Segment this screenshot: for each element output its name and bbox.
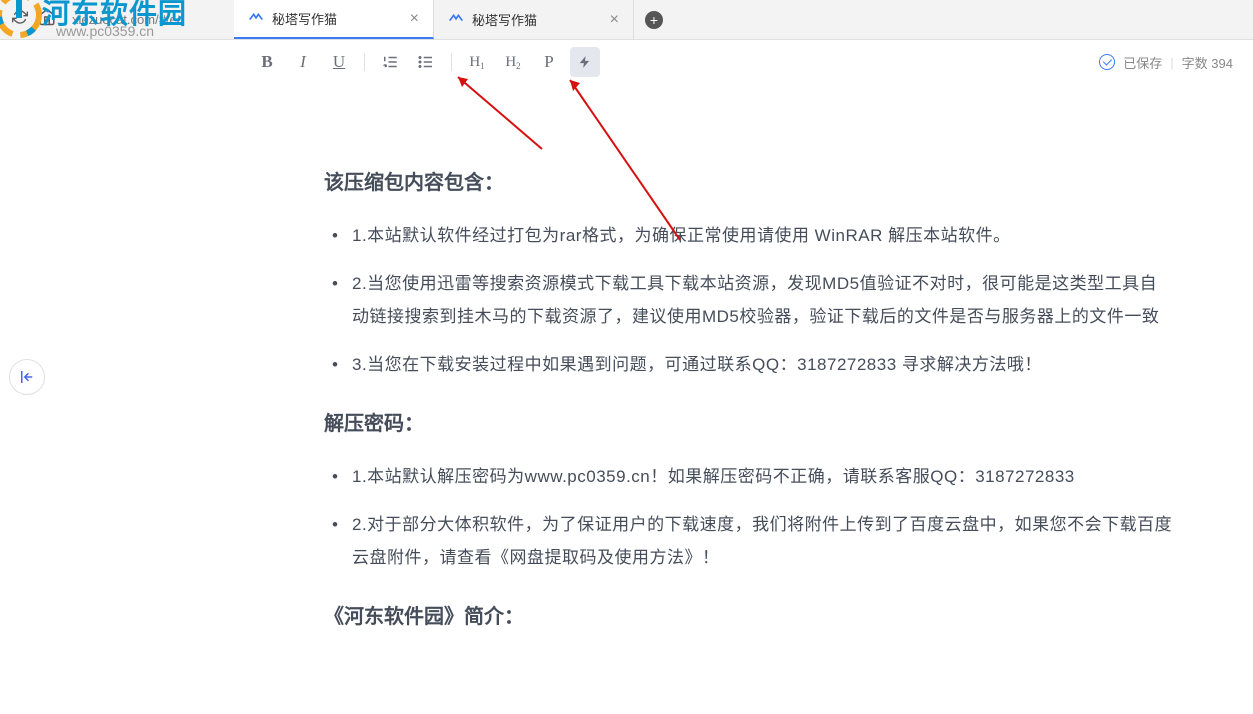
h1-button[interactable]: H1 [462, 47, 492, 77]
new-tab-button[interactable]: + [634, 0, 674, 39]
toolbar-status: 已保存 | 字数 394 [1099, 53, 1233, 72]
editor-content[interactable]: 该压缩包内容包含： 1.本站默认软件经过打包为rar格式，为确保正常使用请使用 … [54, 84, 1253, 714]
list-2: 1.本站默认解压密码为www.pc0359.cn！如果解压密码不正确，请联系客服… [324, 461, 1173, 574]
heading-3: 《河东软件园》简介： [324, 598, 1173, 636]
nav-controls [0, 8, 68, 31]
flash-button[interactable] [570, 47, 600, 77]
saved-check-icon [1099, 54, 1115, 70]
list-item: 1.本站默认解压密码为www.pc0359.cn！如果解压密码不正确，请联系客服… [352, 461, 1173, 493]
exit-button[interactable] [9, 359, 45, 395]
browser-tabs: 秘塔写作猫 × 秘塔写作猫 × + [234, 0, 674, 39]
paragraph-button[interactable]: P [534, 47, 564, 77]
tab-2-title: 秘塔写作猫 [472, 10, 602, 29]
italic-button[interactable]: I [288, 47, 318, 77]
list-item: 1.本站默认软件经过打包为rar格式，为确保正常使用请使用 WinRAR 解压本… [352, 220, 1173, 252]
tab-favicon-icon [248, 11, 264, 27]
tab-2[interactable]: 秘塔写作猫 × [434, 0, 634, 39]
ordered-list-button[interactable] [375, 47, 405, 77]
list-item: 2.当您使用迅雷等搜索资源模式下载工具下载本站资源，发现MD5值验证不对时，很可… [352, 268, 1173, 333]
underline-button[interactable]: U [324, 47, 354, 77]
h2-button[interactable]: H2 [498, 47, 528, 77]
main-panel: B I U H1 H2 P 已保存 [54, 40, 1253, 714]
list-item: 2.对于部分大体积软件，为了保证用户的下载速度，我们将附件上传到了百度云盘中，如… [352, 509, 1173, 574]
wordcount-label: 字数 394 [1182, 53, 1233, 72]
left-gutter [0, 40, 54, 714]
tab-1[interactable]: 秘塔写作猫 × [234, 0, 434, 39]
tab-2-close-icon[interactable]: × [610, 11, 619, 29]
saved-label: 已保存 [1123, 53, 1162, 72]
home-icon[interactable] [38, 8, 56, 31]
tab-favicon-icon [448, 12, 464, 28]
bold-button[interactable]: B [252, 47, 282, 77]
tab-1-title: 秘塔写作猫 [272, 9, 402, 28]
unordered-list-button[interactable] [411, 47, 441, 77]
list-1: 1.本站默认软件经过打包为rar格式，为确保正常使用请使用 WinRAR 解压本… [324, 220, 1173, 381]
list-item: 3.当您在下载安装过程中如果遇到问题，可通过联系QQ：3187272833 寻求… [352, 349, 1173, 381]
browser-chrome: xiezuocat.com/#/ed 秘塔写作猫 × 秘塔写作猫 × + [0, 0, 1253, 40]
url-display[interactable]: xiezuocat.com/#/ed [72, 12, 184, 27]
app-area: B I U H1 H2 P 已保存 [0, 40, 1253, 714]
reload-icon[interactable] [12, 9, 28, 30]
editor-toolbar: B I U H1 H2 P 已保存 [54, 40, 1253, 84]
heading-1: 该压缩包内容包含： [324, 164, 1173, 202]
tab-1-close-icon[interactable]: × [410, 10, 419, 28]
heading-2: 解压密码： [324, 405, 1173, 443]
